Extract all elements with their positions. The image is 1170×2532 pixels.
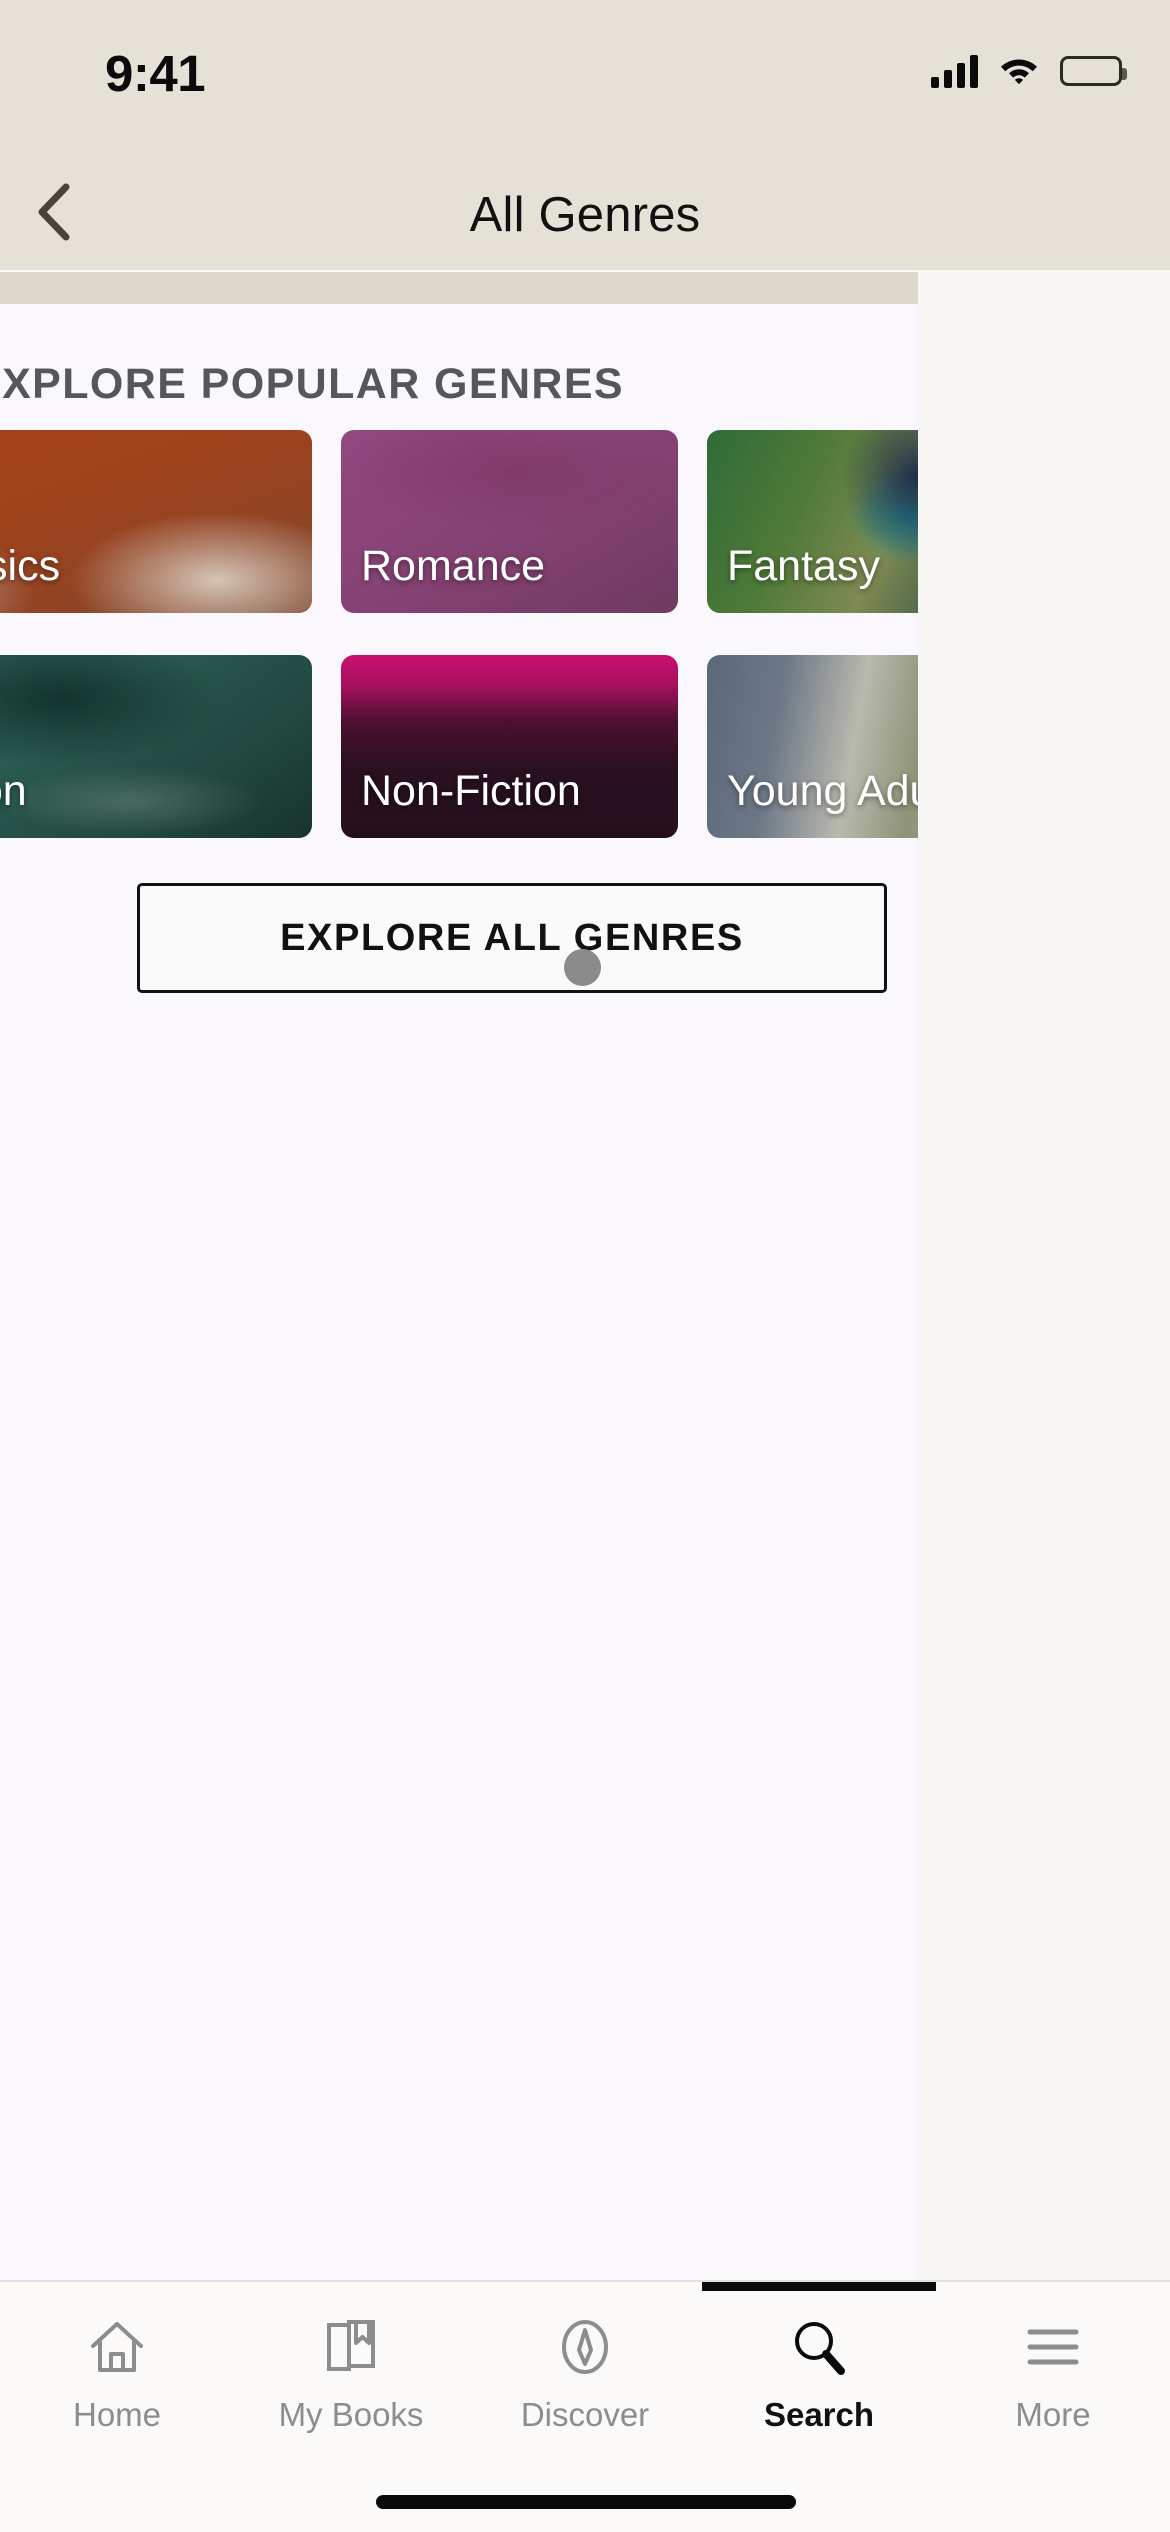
explore-all-genres-button[interactable]: EXPLORE ALL GENRES [137, 883, 887, 993]
genre-card-young-adult[interactable]: Young Adult [707, 655, 918, 838]
compass-icon [557, 2318, 613, 2376]
genre-card-label: Romance [361, 542, 546, 590]
wifi-icon [998, 52, 1040, 89]
genre-card-label: Classics [0, 542, 61, 590]
tab-home[interactable]: Home [0, 2282, 234, 2472]
genre-row-1: Classics Romance Fantasy [0, 430, 918, 613]
genre-cover-art [0, 655, 312, 838]
status-bar: 9:41 [0, 0, 1170, 160]
page-title: All Genres [469, 188, 701, 242]
search-icon [790, 2318, 848, 2376]
phone-screen: 9:41 All Genres EXPLORE POPULAR GENRES i… [0, 0, 1170, 2532]
tab-my-books[interactable]: My Books [234, 2282, 468, 2472]
section-heading: EXPLORE POPULAR GENRES [0, 360, 625, 408]
tab-more[interactable]: More [936, 2282, 1170, 2472]
cursor-indicator [564, 949, 601, 986]
cellular-signal-icon [931, 54, 978, 88]
genre-card-label: Fantasy [727, 542, 880, 590]
genre-row-2: Fiction Non-Fiction Young Adult [0, 655, 918, 838]
genre-card-label: Non-Fiction [361, 767, 581, 815]
tab-discover[interactable]: Discover [468, 2282, 702, 2472]
navigation-bar: All Genres [0, 160, 1170, 270]
genre-card-classics[interactable]: Classics [0, 430, 312, 613]
scrolled-section-remnant [0, 272, 918, 304]
genre-card-fantasy[interactable]: Fantasy [707, 430, 918, 613]
tab-search[interactable]: Search [702, 2282, 936, 2472]
tab-label: Home [72, 2396, 162, 2433]
tab-list: Home My Books Discover Search More [0, 2282, 1170, 2472]
tab-label: My Books [278, 2396, 424, 2433]
battery-full-icon [1060, 55, 1127, 86]
genre-card-non-fiction[interactable]: Non-Fiction [341, 655, 678, 838]
genre-card-label: Young Adult [727, 767, 918, 815]
genre-card-fiction[interactable]: Fiction [0, 655, 312, 838]
tab-label: More [1015, 2396, 1091, 2433]
home-icon [89, 2318, 145, 2376]
status-bar-icons [931, 52, 1127, 89]
genre-card-romance[interactable]: Romance [341, 430, 678, 613]
genre-card-label: Fiction [0, 767, 27, 815]
home-indicator [376, 2495, 796, 2509]
status-bar-clock: 9:41 [105, 45, 206, 102]
genres-scroll-panel[interactable]: EXPLORE POPULAR GENRES Classics Romance … [0, 270, 918, 2280]
hamburger-menu-icon [1025, 2318, 1081, 2376]
tab-label: Search [763, 2396, 875, 2433]
books-icon [323, 2318, 379, 2376]
tab-label: Discover [520, 2396, 650, 2433]
